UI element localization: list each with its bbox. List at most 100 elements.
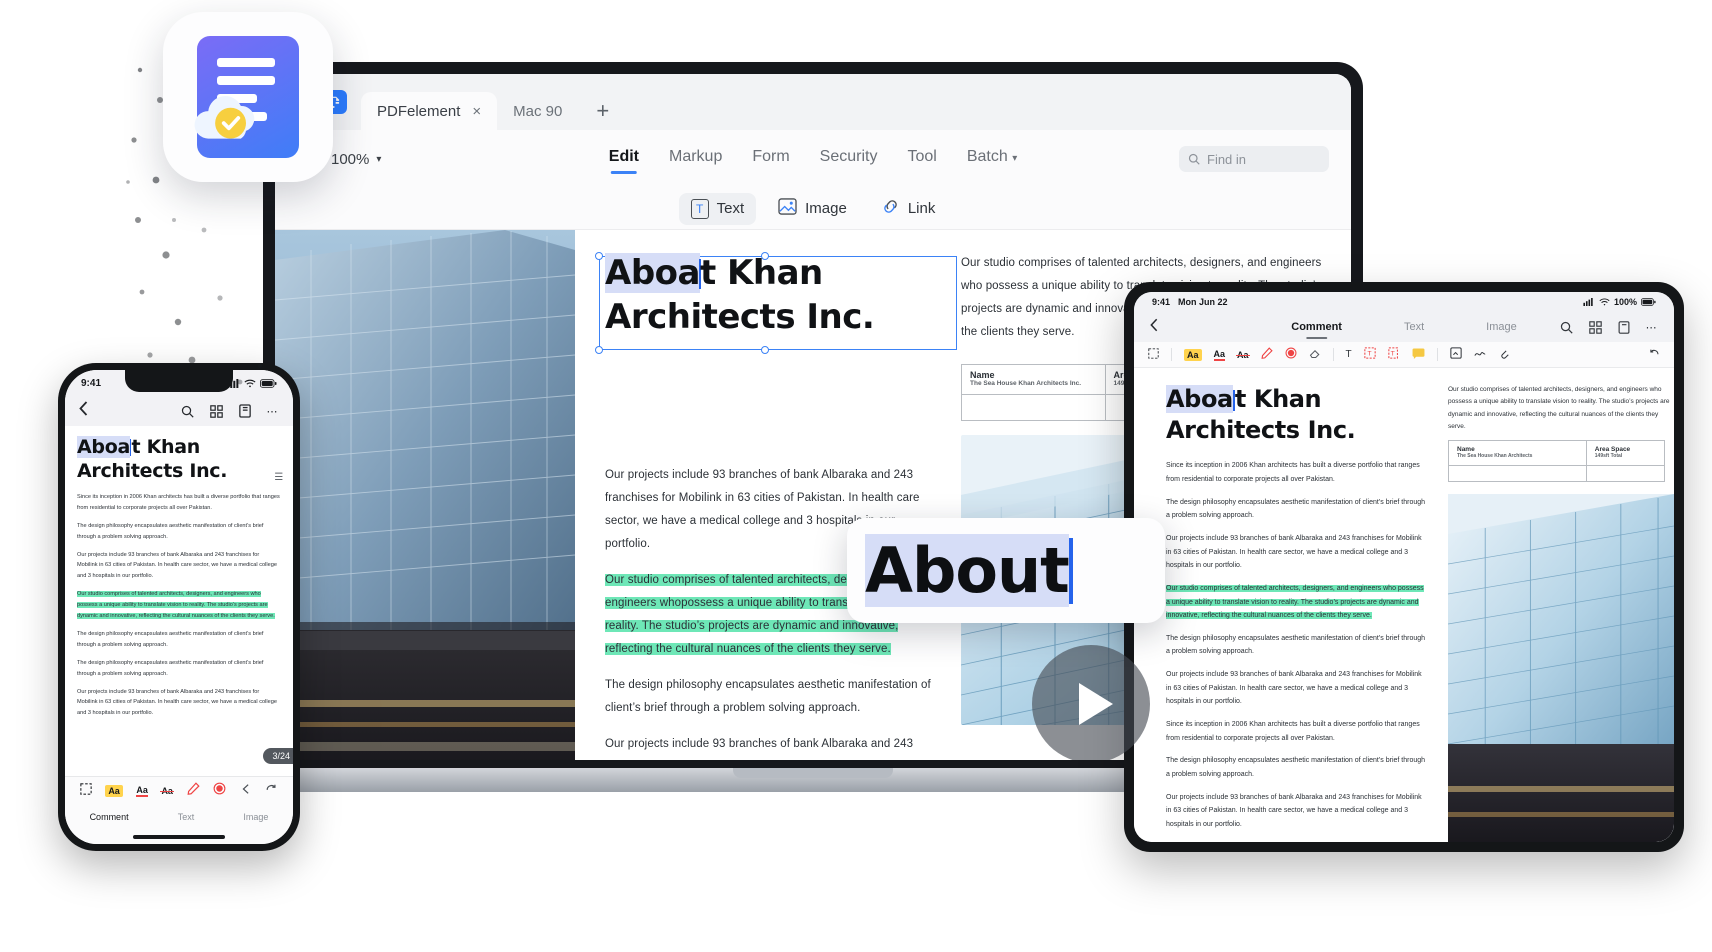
menu-bar: Edit Markup Form Security Tool Batch ▾ [608, 147, 1017, 174]
eraser-icon[interactable] [1309, 346, 1321, 364]
menu-tool[interactable]: Tool [907, 148, 936, 171]
tab-text[interactable]: Text [178, 812, 195, 822]
resize-handle-bl[interactable] [595, 346, 603, 354]
menu-label: Edit [608, 147, 639, 165]
page-icon[interactable] [238, 404, 251, 418]
svg-text:T: T [1390, 350, 1395, 357]
status-date: Mon Jun 22 [1178, 297, 1228, 307]
link-icon [881, 198, 900, 219]
strikethrough-text-icon[interactable]: Aa [160, 786, 174, 796]
doc-line [217, 58, 275, 67]
menu-label: Tool [907, 147, 937, 165]
search-input[interactable]: Find in [1179, 146, 1329, 172]
highlight-text-icon[interactable]: Aa [1184, 348, 1202, 361]
app-icon-badge [163, 12, 333, 182]
text-magnifier-popup: About [847, 518, 1165, 623]
menu-label: Form [752, 147, 790, 165]
paragraph: Since its inception in 2006 Khan archite… [1166, 462, 1420, 484]
menu-batch[interactable]: Batch ▾ [967, 148, 1017, 171]
menu-security[interactable]: Security [820, 148, 878, 171]
search-icon[interactable] [181, 405, 194, 418]
close-icon[interactable]: × [472, 103, 481, 120]
title-line2: Architects Inc. [77, 459, 228, 482]
back-icon[interactable] [1150, 318, 1158, 337]
redo-icon[interactable] [265, 782, 278, 800]
undo-icon[interactable] [240, 782, 252, 800]
menu-form[interactable]: Form [752, 148, 789, 171]
cloud-check-icon [194, 96, 255, 139]
underline-text-icon[interactable]: Aa [136, 785, 148, 797]
subtool-image[interactable]: Image [766, 192, 859, 225]
title-selected-text: Aboa [605, 253, 700, 293]
tab-text[interactable]: Text [1404, 321, 1424, 333]
paragraph: Since its inception in 2006 Khan archite… [1166, 721, 1420, 742]
more-icon[interactable]: ⋯ [267, 405, 280, 418]
underline-text-icon[interactable]: Aa [1213, 349, 1226, 361]
tab-comment[interactable]: Comment [1291, 321, 1342, 339]
tab-image[interactable]: Image [1486, 321, 1517, 333]
outline-icon[interactable]: ☰ [274, 472, 283, 485]
intro-paragraph: Our studio comprises of talented archite… [1448, 386, 1670, 431]
signature-icon[interactable] [1474, 346, 1486, 364]
text-icon: T [690, 198, 709, 219]
sticky-note-icon[interactable] [1412, 346, 1425, 364]
tab-comment[interactable]: Comment [90, 812, 129, 822]
attach-icon[interactable] [1498, 346, 1510, 364]
phone-document-title[interactable]: Aboat Khan Architects Inc. ☰ [77, 436, 283, 485]
table-cell [961, 393, 1106, 421]
subtool-text[interactable]: T Text [678, 192, 757, 225]
play-triangle-icon [1078, 683, 1113, 725]
undo-icon[interactable] [1648, 346, 1660, 364]
table-header-row: Name The Sea House Khan Architects Area … [1448, 440, 1665, 467]
menu-edit[interactable]: Edit [608, 147, 639, 174]
grid-icon[interactable] [209, 404, 223, 418]
tab-label: Mac 90 [513, 102, 563, 120]
play-button[interactable] [1032, 645, 1150, 760]
text-box-icon[interactable]: T [1346, 349, 1352, 360]
strikethrough-text-icon[interactable]: Aa [1236, 350, 1250, 360]
tab-mac90[interactable]: Mac 90 [497, 92, 578, 130]
title-selection-area[interactable]: Aboat Khan Architects Inc. [595, 252, 957, 360]
grid-icon[interactable] [1588, 320, 1602, 334]
resize-handle-tl[interactable] [595, 252, 603, 260]
document-left-column: Aboat Khan Architects Inc. Our projects … [595, 252, 957, 760]
page-icon[interactable] [1618, 320, 1630, 334]
new-tab-button[interactable]: + [578, 98, 627, 130]
stamp-icon[interactable] [1449, 346, 1462, 364]
battery-icon [1641, 298, 1656, 306]
tablet-device: 9:41 Mon Jun 22 100% Comment Text Image … [1124, 282, 1684, 852]
text-add-icon[interactable]: T [1387, 346, 1400, 364]
tab-pdfelement[interactable]: PDFelement × [361, 92, 498, 130]
resize-handle-bc[interactable] [761, 346, 769, 354]
page-indicator: 3/24 [263, 748, 293, 764]
pen-icon[interactable] [1261, 346, 1273, 364]
phone-home-indicator [65, 830, 293, 844]
back-icon[interactable] [79, 401, 88, 421]
tablet-building-photo [1448, 494, 1674, 842]
subtool-link[interactable]: Link [869, 192, 948, 225]
highlight-text-icon[interactable]: Aa [105, 784, 123, 797]
subtool-label: Text [716, 200, 745, 217]
menu-label: Markup [668, 147, 723, 165]
subtool-label: Link [907, 200, 936, 217]
phone-screen: 9:41 ⋯ Aboat Khan Architects Inc. ☰ Sinc… [65, 370, 293, 844]
tablet-document-title[interactable]: Aboat Khan Architects Inc. [1166, 384, 1426, 445]
select-area-icon[interactable] [80, 782, 92, 800]
header-label: Area Space [1594, 446, 1631, 454]
tablet-nav-actions: ⋯ [1560, 320, 1658, 334]
select-area-icon[interactable] [1148, 346, 1159, 364]
menu-markup[interactable]: Markup [669, 148, 722, 171]
table-header-area: Area Space 149sft Total [1585, 440, 1665, 467]
title-rest-text: t Khan [1234, 385, 1322, 413]
table-cell [1448, 465, 1587, 483]
svg-text:T: T [1367, 350, 1372, 357]
tab-image[interactable]: Image [243, 812, 268, 822]
tablet-nav-bar: Comment Text Image ⋯ [1134, 312, 1674, 342]
record-icon[interactable] [1285, 346, 1297, 364]
text-callout-icon[interactable]: T [1363, 346, 1376, 364]
screenshot-stage: PDFelement × Mac 90 + 100% ▾ Edit Markup… [0, 0, 1712, 952]
pen-icon[interactable] [187, 781, 200, 800]
more-icon[interactable]: ⋯ [1646, 321, 1658, 334]
record-icon[interactable] [213, 782, 226, 800]
search-icon[interactable] [1560, 321, 1573, 334]
